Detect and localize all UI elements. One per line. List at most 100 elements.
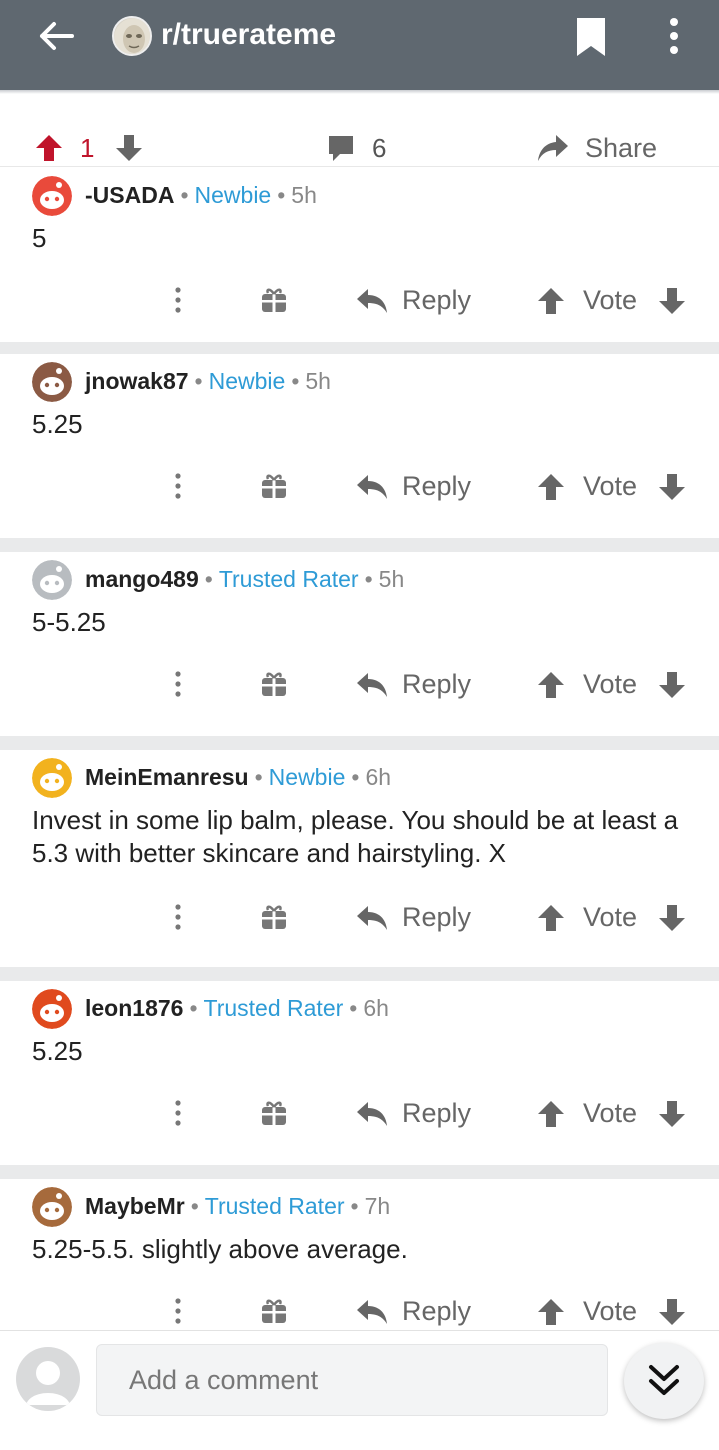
- upvote-icon[interactable]: [537, 472, 565, 502]
- reply-icon[interactable]: [356, 671, 388, 699]
- reply-icon[interactable]: [356, 1100, 388, 1128]
- more-vertical-icon[interactable]: [170, 285, 186, 315]
- commenter-avatar[interactable]: [32, 362, 72, 402]
- commenter-avatar[interactable]: [32, 1187, 72, 1227]
- vote-label: Vote: [583, 285, 638, 315]
- reply-button[interactable]: Reply: [402, 669, 471, 700]
- gift-icon[interactable]: [260, 1099, 288, 1127]
- upvote-icon[interactable]: [537, 1297, 565, 1327]
- reply-button[interactable]: Reply: [402, 471, 471, 502]
- comment-body: 5-5.25: [32, 607, 106, 637]
- upvote-icon[interactable]: [34, 133, 64, 168]
- comment-item: mango489 • Trusted Rater • 5h 5-5.25 Reply V…: [0, 552, 719, 734]
- comment-actions: Reply Vote: [0, 469, 719, 509]
- comment-meta: MeinEmanresu • Newbie • 6h: [85, 764, 391, 791]
- comment-username[interactable]: MeinEmanresu: [85, 764, 249, 790]
- downvote-icon[interactable]: [658, 670, 686, 700]
- reply-icon[interactable]: [356, 473, 388, 501]
- gift-icon[interactable]: [260, 903, 288, 931]
- downvote-icon[interactable]: [658, 472, 686, 502]
- separator-line: [0, 166, 719, 167]
- share-button[interactable]: Share: [585, 133, 657, 164]
- comment-body: 5.25-5.5. slightly above average.: [32, 1234, 408, 1264]
- downvote-icon[interactable]: [658, 1099, 686, 1129]
- add-comment-input[interactable]: [96, 1344, 608, 1416]
- commenter-avatar[interactable]: [32, 758, 72, 798]
- downvote-icon[interactable]: [658, 903, 686, 933]
- user-flair: Newbie: [268, 764, 346, 790]
- meta-separator: •: [190, 1193, 199, 1219]
- downvote-icon[interactable]: [114, 133, 144, 168]
- comment-item: MaybeMr • Trusted Rater • 7h 5.25-5.5. sligh…: [0, 1179, 719, 1331]
- comment-item: leon1876 • Trusted Rater • 6h 5.25 Reply Vot…: [0, 981, 719, 1163]
- reply-button[interactable]: Reply: [402, 285, 471, 316]
- gift-icon[interactable]: [260, 1297, 288, 1325]
- more-vertical-icon[interactable]: [170, 1098, 186, 1128]
- meta-separator: •: [204, 566, 213, 592]
- reply-button[interactable]: Reply: [402, 902, 471, 933]
- comment-username[interactable]: mango489: [85, 566, 199, 592]
- subreddit-avatar[interactable]: [112, 16, 152, 56]
- comment-count[interactable]: 6: [372, 133, 386, 164]
- comment-age: 6h: [363, 995, 389, 1021]
- reply-icon[interactable]: [356, 1298, 388, 1326]
- comment-username[interactable]: leon1876: [85, 995, 183, 1021]
- upvote-icon[interactable]: [537, 1099, 565, 1129]
- comment-actions: Reply Vote: [0, 283, 719, 323]
- reply-button[interactable]: Reply: [402, 1296, 471, 1327]
- reply-button[interactable]: Reply: [402, 1098, 471, 1129]
- downvote-icon[interactable]: [658, 1297, 686, 1327]
- more-vertical-icon[interactable]: [170, 1296, 186, 1326]
- bookmark-icon[interactable]: [574, 16, 608, 58]
- meta-separator: •: [194, 368, 203, 394]
- commenter-avatar[interactable]: [32, 560, 72, 600]
- comment-username[interactable]: jnowak87: [85, 368, 189, 394]
- gift-icon[interactable]: [260, 472, 288, 500]
- meta-separator: •: [291, 368, 300, 394]
- more-vertical-icon[interactable]: [170, 669, 186, 699]
- comment-icon[interactable]: [326, 133, 356, 168]
- comment-meta: MaybeMr • Trusted Rater • 7h: [85, 1193, 390, 1220]
- gift-icon[interactable]: [260, 670, 288, 698]
- post-action-bar: 1 6 Share: [0, 125, 719, 169]
- commenter-avatar[interactable]: [32, 176, 72, 216]
- downvote-icon[interactable]: [658, 286, 686, 316]
- meta-separator: •: [189, 995, 198, 1021]
- vote-label: Vote: [583, 902, 638, 932]
- subreddit-name[interactable]: r/truerateme: [161, 18, 336, 52]
- meta-separator: •: [351, 764, 360, 790]
- meta-separator: •: [350, 1193, 359, 1219]
- double-chevron-down-icon[interactable]: [624, 1343, 704, 1419]
- upvote-icon[interactable]: [537, 670, 565, 700]
- arrow-left-icon[interactable]: [36, 20, 76, 52]
- more-vertical-icon[interactable]: [170, 471, 186, 501]
- reply-icon[interactable]: [356, 904, 388, 932]
- commenter-avatar[interactable]: [32, 989, 72, 1029]
- gift-icon[interactable]: [260, 286, 288, 314]
- user-flair: Newbie: [208, 368, 286, 394]
- upvote-icon[interactable]: [537, 286, 565, 316]
- comment-actions: Reply Vote: [0, 1096, 719, 1136]
- comment-username[interactable]: MaybeMr: [85, 1193, 185, 1219]
- top-bar-shadow: [0, 90, 719, 94]
- comment-age: 5h: [305, 368, 331, 394]
- upvote-icon[interactable]: [537, 903, 565, 933]
- vote-label: Vote: [583, 471, 638, 501]
- comment-meta: -USADA • Newbie • 5h: [85, 182, 317, 209]
- user-flair: Trusted Rater: [203, 995, 344, 1021]
- user-flair: Trusted Rater: [218, 566, 359, 592]
- comment-age: 5h: [378, 566, 405, 592]
- comment-body: 5.25: [32, 409, 83, 439]
- user-avatar[interactable]: [16, 1347, 80, 1411]
- vote-label: Vote: [583, 1098, 638, 1128]
- more-vertical-icon[interactable]: [170, 902, 186, 932]
- comment-item: jnowak87 • Newbie • 5h 5.25 Reply Vote: [0, 354, 719, 536]
- share-icon[interactable]: [536, 133, 570, 168]
- meta-separator: •: [364, 566, 373, 592]
- comment-meta: leon1876 • Trusted Rater • 6h: [85, 995, 389, 1022]
- vote-label: Vote: [583, 1296, 638, 1326]
- more-vertical-icon[interactable]: [664, 16, 684, 56]
- comment-item: -USADA • Newbie • 5h 5 Reply Vote: [0, 168, 719, 340]
- comment-username[interactable]: -USADA: [85, 182, 174, 208]
- reply-icon[interactable]: [356, 287, 388, 315]
